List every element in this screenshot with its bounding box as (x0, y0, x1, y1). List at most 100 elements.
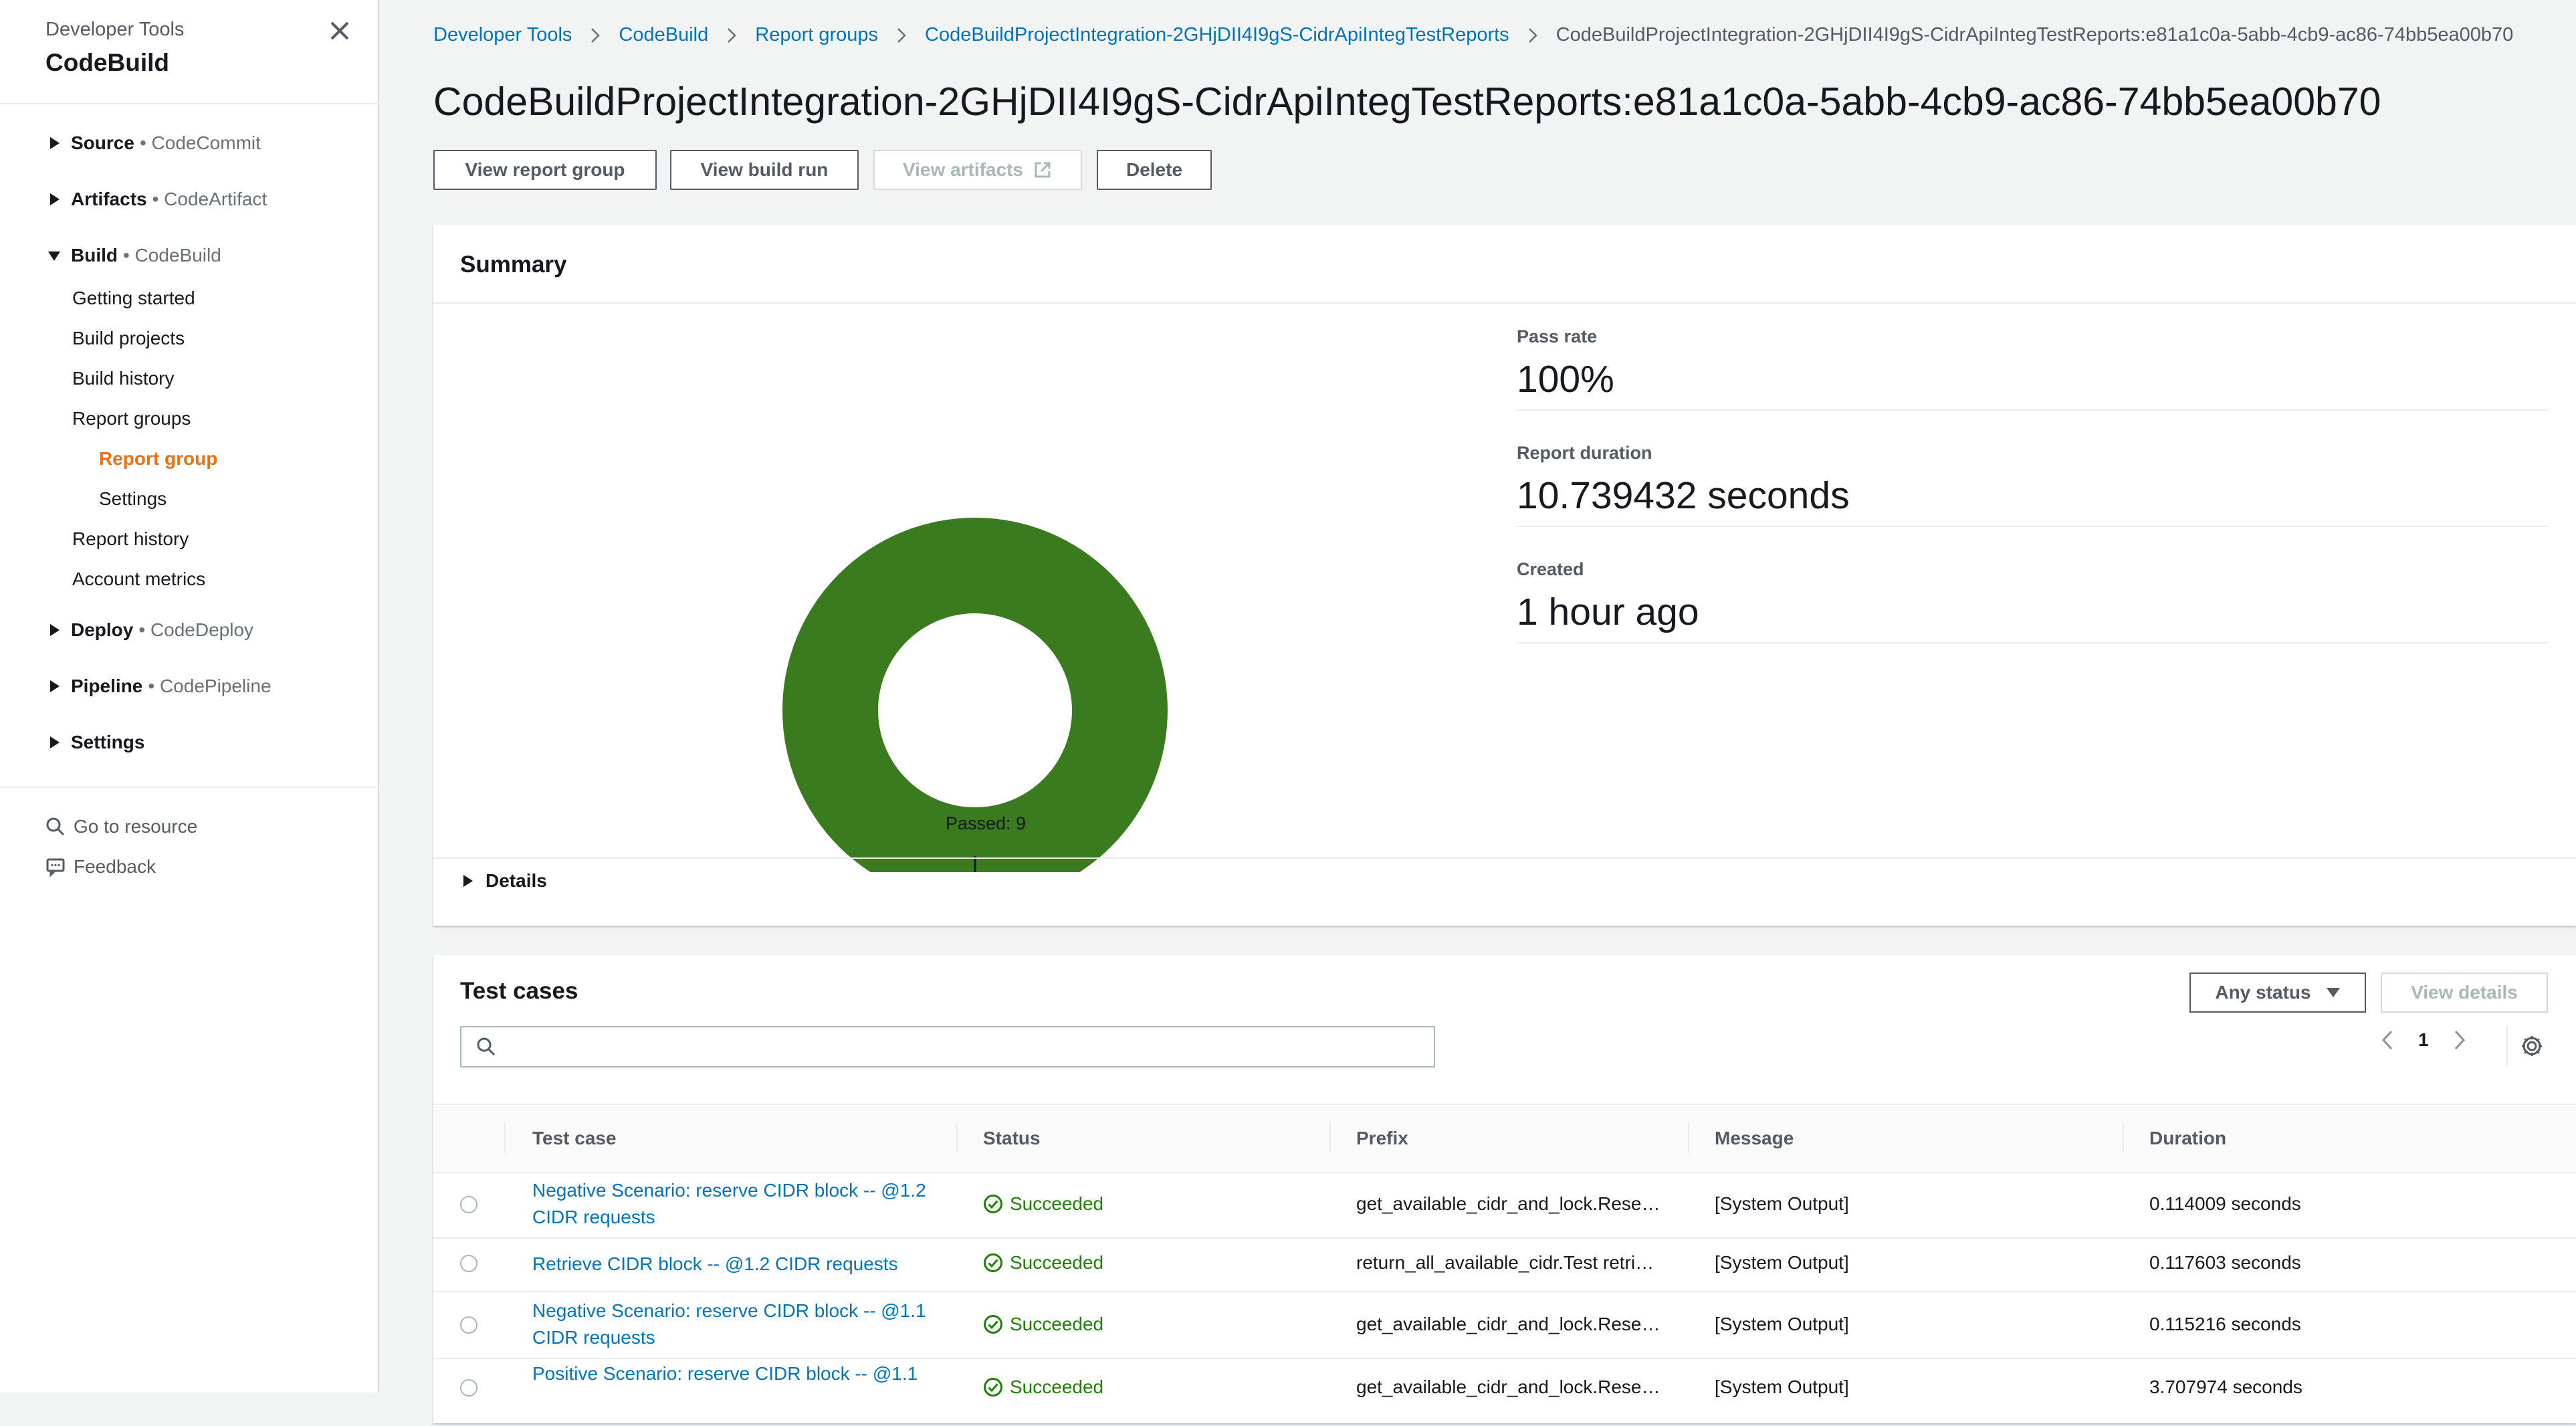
table-row[interactable]: Negative Scenario: reserve CIDR block --… (433, 1172, 2576, 1239)
feedback-label: Feedback (74, 856, 156, 877)
status-cell: Succeeded (983, 1314, 1103, 1335)
status-cell: Succeeded (983, 1193, 1103, 1215)
test-case-link[interactable]: Positive Scenario: reserve CIDR block --… (532, 1360, 954, 1387)
duration-cell: 3.707974 seconds (2149, 1377, 2302, 1397)
status-text: Succeeded (1010, 1252, 1104, 1273)
created-label: Created (1517, 559, 1584, 579)
nav-report-groups[interactable]: Report groups (72, 408, 191, 429)
column-prefix[interactable]: Prefix (1356, 1128, 1408, 1149)
column-divider (1329, 1122, 1331, 1153)
section-name: Source (71, 132, 134, 153)
message-cell: [System Output] (1715, 1314, 1849, 1334)
test-case-search[interactable] (460, 1026, 1435, 1067)
row-select-radio[interactable] (460, 1196, 477, 1213)
check-circle-icon (984, 1315, 1002, 1334)
row-select-radio[interactable] (460, 1255, 477, 1272)
delete-button[interactable]: Delete (1097, 150, 1212, 190)
breadcrumb-report-group[interactable]: CodeBuildProjectIntegration-2GHjDII4I9gS… (925, 24, 1509, 46)
view-details-button[interactable]: View details (2381, 973, 2548, 1013)
duration-cell: 0.114009 seconds (2149, 1193, 2301, 1214)
test-cases-panel: Test cases Any status View details 1 Tes… (433, 955, 2576, 1426)
breadcrumb-current: CodeBuildProjectIntegration-2GHjDII4I9gS… (1555, 24, 2514, 45)
caret-right-icon (463, 875, 473, 887)
caret-down-icon (48, 251, 60, 261)
nav-section-settings[interactable]: Settings (47, 732, 144, 753)
duration-cell: 0.115216 seconds (2149, 1314, 2301, 1334)
summary-panel: Summary 9 Passed: 9 Pass rate 100% Repor… (433, 225, 2576, 926)
section-name: Settings (71, 732, 145, 752)
row-select-radio[interactable] (460, 1316, 477, 1334)
nav-getting-started[interactable]: Getting started (72, 288, 195, 309)
go-to-resource-link[interactable]: Go to resource (45, 816, 197, 837)
row-select-radio[interactable] (460, 1379, 477, 1397)
nav-build-history[interactable]: Build history (72, 368, 175, 389)
view-artifacts-button[interactable]: View artifacts (873, 150, 1082, 190)
section-service: • CodeCommit (139, 132, 261, 153)
nav-section-artifacts[interactable]: Artifacts • CodeArtifact (47, 189, 267, 210)
table-row[interactable]: Positive Scenario: reserve CIDR block --… (433, 1359, 2576, 1426)
section-name: Deploy (71, 619, 134, 640)
chevron-right-icon (591, 27, 601, 43)
legend-label: Passed: 9 (946, 813, 1027, 833)
column-message[interactable]: Message (1715, 1128, 1794, 1149)
section-service: • CodeBuild (123, 245, 221, 266)
created-value: 1 hour ago (1517, 591, 1699, 633)
column-duration[interactable]: Duration (2149, 1128, 2226, 1149)
divider (1517, 409, 2548, 411)
nav-section-source[interactable]: Source • CodeCommit (47, 132, 261, 154)
caret-right-icon (50, 137, 60, 149)
nav-report-history[interactable]: Report history (72, 528, 189, 550)
nav-account-metrics[interactable]: Account metrics (72, 569, 205, 590)
duration-cell: 0.117603 seconds (2149, 1252, 2301, 1273)
column-test-case[interactable]: Test case (532, 1128, 617, 1149)
search-input[interactable] (506, 1035, 1434, 1058)
column-divider (2123, 1122, 2124, 1153)
external-link-icon (1035, 162, 1051, 178)
page-title: CodeBuildProjectIntegration-2GHjDII4I9gS… (433, 80, 2381, 124)
view-artifacts-label: View artifacts (902, 159, 1024, 180)
sidebar-title[interactable]: CodeBuild (45, 49, 184, 77)
view-report-group-button[interactable]: View report group (433, 150, 657, 190)
test-case-link[interactable]: Negative Scenario: reserve CIDR block --… (532, 1298, 954, 1351)
report-duration-value: 10.739432 seconds (1517, 474, 1850, 517)
feedback-link[interactable]: Feedback (45, 856, 156, 878)
caret-right-icon (50, 680, 60, 692)
nav-build-projects[interactable]: Build projects (72, 328, 185, 349)
status-filter-dropdown[interactable]: Any status (2189, 973, 2366, 1013)
chevron-right-icon[interactable] (2452, 1029, 2468, 1051)
message-cell: [System Output] (1715, 1193, 1849, 1214)
feedback-icon (46, 858, 65, 877)
page-number[interactable]: 1 (2418, 1029, 2429, 1051)
nav-section-pipeline[interactable]: Pipeline • CodePipeline (47, 676, 272, 697)
sidebar-subtitle[interactable]: Developer Tools (45, 19, 184, 41)
divider (433, 857, 2576, 859)
divider (2506, 1026, 2508, 1066)
message-cell: [System Output] (1715, 1377, 1849, 1397)
table-row[interactable]: Retrieve CIDR block -- @1.2 CIDR request… (433, 1239, 2576, 1292)
test-case-link[interactable]: Negative Scenario: reserve CIDR block --… (532, 1177, 954, 1231)
details-expander[interactable]: Details (460, 870, 547, 892)
status-cell: Succeeded (983, 1252, 1103, 1274)
test-case-link[interactable]: Retrieve CIDR block -- @1.2 CIDR request… (532, 1251, 954, 1278)
section-service: • CodeDeploy (138, 619, 254, 640)
pass-rate-donut-chart: 9 (782, 518, 1168, 872)
nav-report-group-settings[interactable]: Settings (99, 488, 167, 510)
nav-report-group[interactable]: Report group (99, 448, 217, 470)
details-label: Details (486, 870, 547, 891)
breadcrumb-developer-tools[interactable]: Developer Tools (433, 24, 572, 46)
column-status[interactable]: Status (983, 1128, 1041, 1149)
column-divider (956, 1122, 958, 1153)
gear-icon[interactable] (2520, 1034, 2544, 1058)
close-icon[interactable] (326, 17, 353, 44)
caret-down-icon (2326, 988, 2340, 997)
breadcrumb: Developer Tools CodeBuild Report groups … (433, 24, 2513, 46)
view-build-run-button[interactable]: View build run (670, 150, 859, 190)
nav-section-build[interactable]: Build • CodeBuild (47, 245, 221, 266)
nav-section-deploy[interactable]: Deploy • CodeDeploy (47, 619, 253, 641)
caret-right-icon (50, 193, 60, 205)
table-row[interactable]: Negative Scenario: reserve CIDR block --… (433, 1292, 2576, 1359)
breadcrumb-report-groups[interactable]: Report groups (755, 24, 878, 46)
section-name: Build (71, 245, 118, 266)
breadcrumb-codebuild[interactable]: CodeBuild (619, 24, 708, 46)
chevron-left-icon[interactable] (2379, 1029, 2395, 1051)
